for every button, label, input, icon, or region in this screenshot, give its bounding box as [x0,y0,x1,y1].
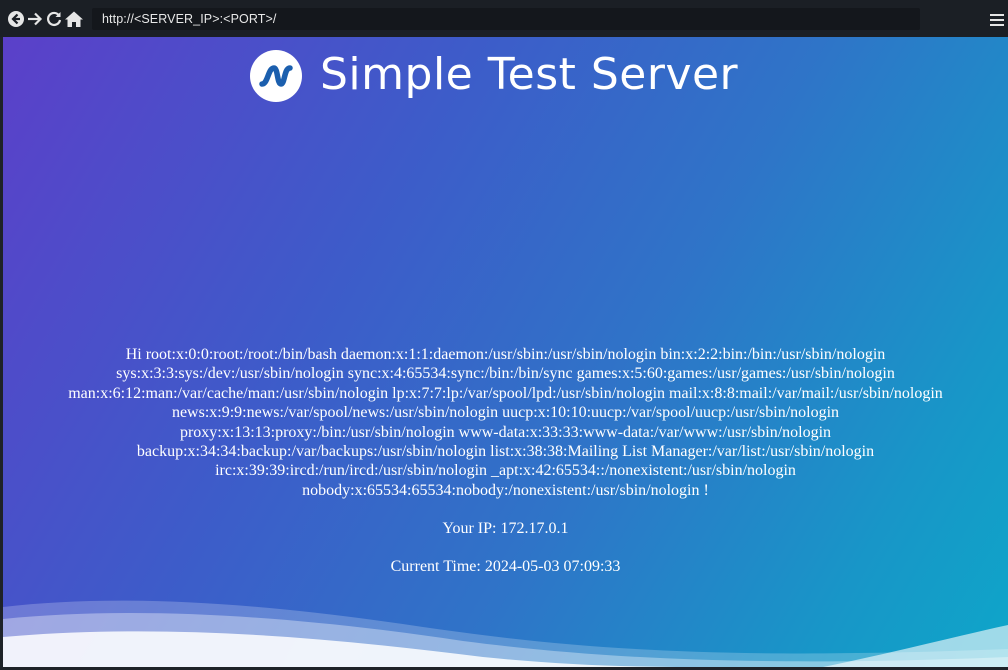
forward-icon[interactable] [26,10,44,28]
greeting-line: man:x:6:12:man:/var/cache/man:/usr/sbin/… [68,384,943,402]
greeting-line: nobody:x:65534:65534:nobody:/nonexistent… [302,481,709,499]
greeting-line: proxy:x:13:13:proxy:/bin:/usr/sbin/nolog… [179,423,832,441]
back-icon[interactable] [7,10,25,28]
greeting-line: irc:x:39:39:ircd:/run/ircd:/usr/sbin/nol… [215,462,796,480]
reload-icon[interactable] [45,10,63,28]
menu-icon[interactable] [990,12,1004,26]
home-icon[interactable] [64,10,84,28]
greeting-line: sys:x:3:3:sys:/dev:/usr/sbin/nologin syn… [116,365,895,383]
current-time-text: Current Time: 2024-05-03 07:09:33 [390,558,621,575]
page-title: Simple Test Server [320,49,739,100]
greeting-line: backup:x:34:34:backup:/var/backups:/usr/… [136,443,875,461]
address-text: http://<SERVER_IP>:<PORT>/ [102,12,277,26]
browser-toolbar: http://<SERVER_IP>:<PORT>/ [0,0,1008,37]
greeting-line: news:x:9:9:news:/var/spool/news:/usr/sbi… [171,404,840,422]
ip-address-text: Your IP: 172.17.0.1 [442,520,569,537]
decorative-waves [3,600,1008,667]
greeting-line: Hi root:x:0:0:root:/root:/bin/bash daemo… [125,346,886,363]
server-logo-icon [250,50,302,102]
page-viewport: Simple Test Server Hi root:x:0:0:root:/r… [3,37,1008,667]
greeting-text: Hi root:x:0:0:root:/root:/bin/bash daemo… [3,345,1008,500]
address-bar[interactable]: http://<SERVER_IP>:<PORT>/ [92,8,920,30]
page-header: Simple Test Server [248,47,768,103]
